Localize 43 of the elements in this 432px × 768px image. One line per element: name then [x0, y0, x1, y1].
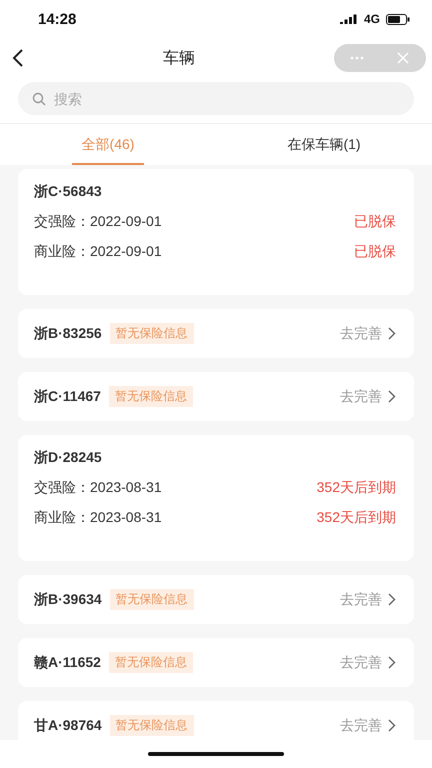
status-tag: 暂无保险信息 [110, 323, 194, 344]
plate-number: 赣A·11652 [34, 654, 101, 672]
policy-status: 已脱保 [354, 243, 396, 261]
policy-status: 352天后到期 [316, 509, 396, 527]
chevron-right-icon [388, 719, 396, 732]
signal-icon [340, 14, 358, 24]
policy-date: 商业险：2023-08-31 [34, 509, 162, 527]
status-time: 14:28 [38, 10, 76, 28]
vehicle-card[interactable]: 浙C·11467 暂无保险信息 去完善 [18, 372, 414, 421]
search-field[interactable]: 搜索 [18, 82, 414, 115]
status-tag: 暂无保险信息 [108, 386, 193, 407]
chevron-right-icon [388, 327, 396, 340]
vehicle-card[interactable]: 浙C·56843 交强险：2022-09-01 已脱保 商业险：2022-09-01 已脱保 [18, 169, 414, 295]
plate-number: 浙C·11467 [34, 388, 101, 406]
plate-number: 浙D·28245 [34, 449, 103, 467]
policy-date: 商业险：2022-09-01 [34, 243, 162, 261]
plate-number: 浙B·83256 [34, 324, 102, 342]
network-label: 4G [364, 12, 380, 26]
plate-number: 甘A·98764 [34, 716, 102, 734]
more-icon [350, 56, 364, 60]
vehicle-card[interactable]: 甘A·98764 暂无保险信息 去完善 [18, 701, 414, 740]
plate-number: 浙C·56843 [34, 183, 103, 201]
policy-status: 352天后到期 [316, 479, 396, 497]
chevron-right-icon [388, 390, 396, 403]
search-icon [32, 92, 46, 106]
vehicle-card[interactable]: 浙D·28245 交强险：2023-08-31 352天后到期 商业险：2023-08-31 352天后到期 [18, 435, 414, 561]
status-tag: 暂无保险信息 [110, 715, 194, 736]
close-icon [396, 51, 410, 65]
tab[interactable]: 在保车辆(1) [216, 124, 432, 165]
chevron-right-icon [388, 656, 396, 669]
vehicle-card[interactable]: 浙B·83256 暂无保险信息 去完善 [18, 309, 414, 358]
back-icon[interactable] [12, 48, 24, 68]
vehicle-card[interactable]: 赣A·11652 暂无保险信息 去完善 [18, 638, 414, 687]
status-tag: 暂无保险信息 [108, 652, 193, 673]
policy-status: 已脱保 [354, 213, 396, 231]
battery-icon [386, 14, 410, 24]
plate-number: 浙B·39634 [34, 590, 102, 608]
chevron-right-icon [388, 593, 396, 606]
status-tag: 暂无保险信息 [110, 589, 194, 610]
vehicle-card[interactable]: 浙B·39634 暂无保险信息 去完善 [18, 575, 414, 624]
page-title: 车辆 [163, 48, 195, 68]
policy-date: 交强险：2022-09-01 [34, 213, 162, 231]
policy-date: 交强险：2023-08-31 [34, 479, 162, 497]
